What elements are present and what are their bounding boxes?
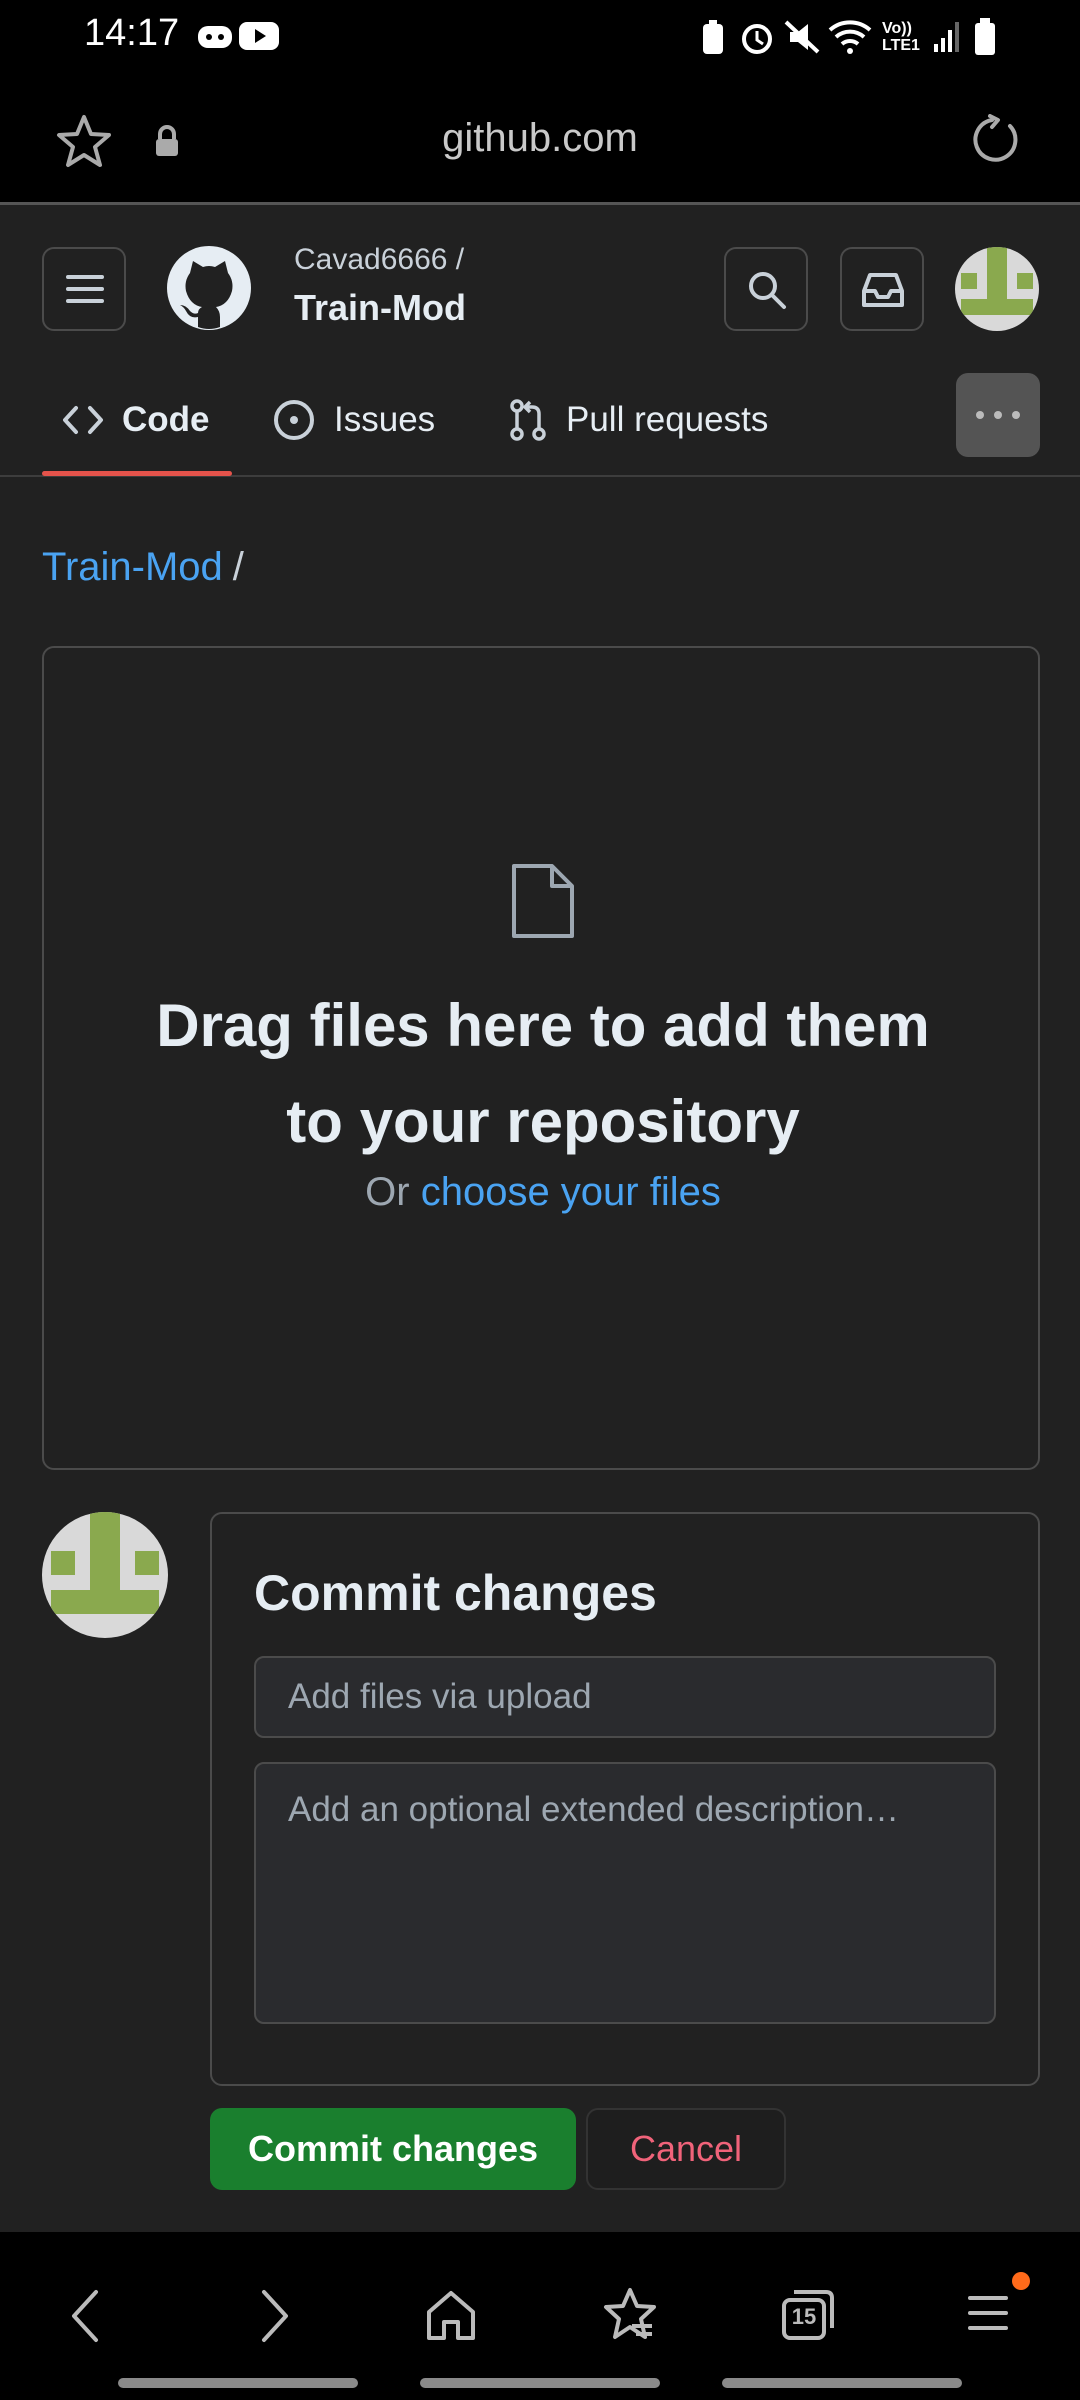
url-text[interactable]: github.com	[0, 116, 1080, 161]
gesture-pill-right	[722, 2378, 962, 2388]
tab-code[interactable]: Code	[62, 370, 210, 470]
repo-owner[interactable]: Cavad6666 /	[294, 243, 464, 277]
drop-zone-title: Drag files here to add them to your repo…	[44, 978, 1042, 1170]
drop-title-line-1: Drag files here to add them	[156, 992, 930, 1059]
repo-name[interactable]: Train-Mod	[294, 287, 466, 329]
tab-pull-requests[interactable]: Pull requests	[508, 370, 768, 470]
repo-header: Cavad6666 / Train-Mod Code Issues Pull r…	[0, 205, 1080, 477]
youtube-icon	[238, 20, 280, 52]
notification-dot	[1012, 2272, 1030, 2290]
wifi-icon	[828, 18, 872, 56]
cancel-button[interactable]: Cancel	[586, 2108, 786, 2190]
choose-files-link[interactable]: choose your files	[421, 1170, 721, 1214]
menu-icon[interactable]	[966, 2290, 1014, 2336]
browser-bottom-nav: 15	[0, 2232, 1080, 2400]
gesture-pill-center	[420, 2378, 660, 2388]
menu-button[interactable]	[42, 247, 126, 331]
tab-pull-requests-label: Pull requests	[566, 400, 769, 439]
mute-icon	[784, 18, 820, 56]
reload-icon[interactable]	[970, 114, 1022, 166]
tab-issues-label: Issues	[334, 400, 436, 439]
forward-icon[interactable]	[254, 2288, 294, 2344]
status-bar: 14:17 Vo)) LTE1	[0, 0, 1080, 76]
drop-title-line-2: to your repository	[286, 1088, 800, 1155]
alarm-icon	[738, 18, 776, 56]
inbox-button[interactable]	[840, 247, 924, 331]
tab-issues[interactable]: Issues	[272, 370, 435, 470]
or-text: Or	[365, 1170, 410, 1214]
breadcrumb-repo-link[interactable]: Train-Mod	[42, 545, 223, 589]
breadcrumb: Train-Mod /	[42, 545, 244, 590]
discord-icon	[196, 22, 234, 52]
pull-request-icon	[510, 399, 546, 441]
file-drop-zone[interactable]: Drag files here to add them to your repo…	[42, 646, 1040, 1470]
kebab-more-icon	[976, 411, 1020, 419]
signal-icon	[932, 20, 962, 54]
tab-code-label: Code	[122, 400, 210, 439]
search-icon	[749, 272, 786, 309]
status-time: 14:17	[84, 12, 180, 54]
more-tabs-button[interactable]	[956, 373, 1040, 457]
breadcrumb-separator: /	[232, 545, 244, 589]
back-icon[interactable]	[66, 2288, 106, 2344]
issue-icon	[274, 400, 314, 440]
commit-summary-input[interactable]: Add files via upload	[254, 1656, 996, 1738]
browser-address-bar: github.com	[0, 76, 1080, 205]
drop-zone-subtitle: Or choose your files	[44, 1170, 1042, 1215]
commit-changes-button[interactable]: Commit changes	[210, 2108, 576, 2190]
home-icon[interactable]	[424, 2288, 478, 2342]
battery-icon	[974, 18, 996, 56]
github-logo-icon[interactable]	[166, 245, 252, 331]
tabs-button[interactable]: 15	[780, 2286, 836, 2342]
bookmarks-icon[interactable]	[602, 2286, 658, 2342]
commit-description-textarea[interactable]: Add an optional extended description…	[254, 1762, 996, 2024]
search-button[interactable]	[724, 247, 808, 331]
user-avatar[interactable]	[955, 247, 1039, 331]
commit-title: Commit changes	[254, 1565, 657, 1621]
code-icon	[63, 406, 103, 434]
tabs-count: 15	[791, 2304, 817, 2329]
file-icon	[510, 862, 576, 940]
gesture-pill-left	[118, 2378, 358, 2388]
commit-author-avatar	[42, 1512, 168, 1638]
active-tab-underline	[42, 471, 232, 476]
commit-form: Commit changes Add files via upload Add …	[210, 1512, 1040, 2086]
network-label: Vo)) LTE1	[882, 20, 920, 54]
inbox-icon	[862, 273, 904, 307]
battery-saver-icon	[700, 20, 726, 56]
hamburger-icon	[66, 275, 104, 303]
